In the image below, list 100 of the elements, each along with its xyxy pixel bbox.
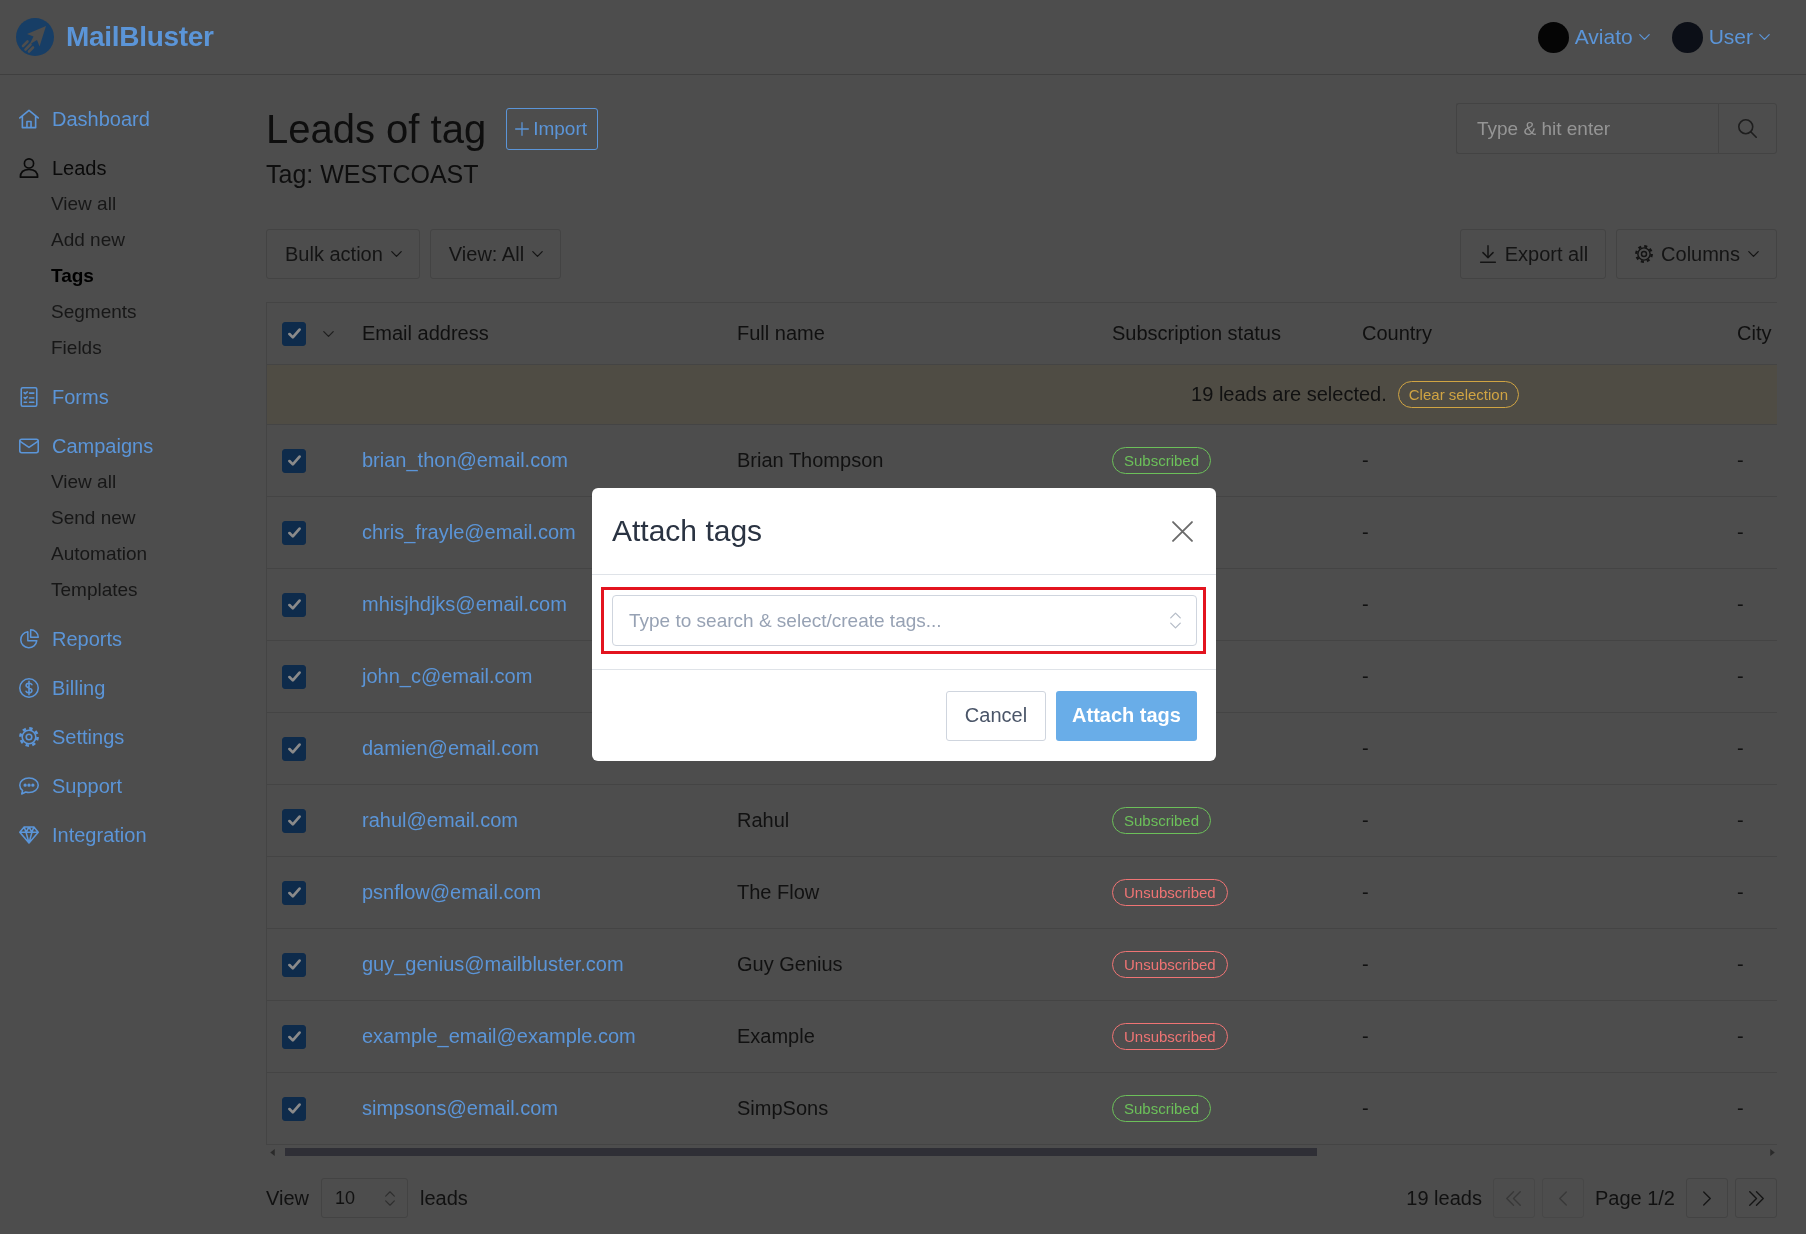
table-cell: - [1737,665,1744,688]
download-icon [1478,245,1497,263]
row-checkbox[interactable] [282,736,306,761]
table-cell: - [1362,953,1369,976]
close-icon [1171,520,1193,542]
dialog-title: Attach tags [612,514,763,548]
avatar-icon [1537,21,1569,53]
checklist-icon [19,387,39,407]
row-checkbox[interactable] [282,1096,306,1121]
gear-icon [19,727,39,747]
table-cell: - [1362,881,1369,904]
check-icon [287,671,301,682]
scrollbar-thumb[interactable] [285,1148,1317,1156]
select-all-checkbox[interactable] [282,321,306,346]
column-header: Full name [737,322,825,345]
check-icon [287,959,301,970]
check-icon [287,815,301,826]
dropdown-button[interactable]: View: All [429,229,562,279]
chevron-down-icon [1748,251,1759,257]
nav-link[interactable]: Reports [0,621,123,657]
tag-input-field[interactable]: Type to search & select/create tags... [612,595,1197,646]
column-header: Email address [362,322,489,345]
email-link[interactable]: simpsons@email.com [362,1097,558,1120]
logo-icon [16,18,54,56]
table-cell: - [1362,665,1369,688]
email-link[interactable]: psnflow@email.com [362,881,542,904]
scroll-right-icon [1770,1148,1775,1156]
search-field[interactable]: Type & hit enter [1456,103,1718,154]
pie-chart-icon [19,629,39,649]
row-checkbox[interactable] [282,808,306,833]
email-link[interactable]: mhisjhdjks@email.com [362,593,567,616]
table-cell: Example [737,1025,815,1048]
row-checkbox[interactable] [282,448,306,473]
diamond-icon [19,825,39,845]
email-link[interactable]: john_c@email.com [362,665,533,688]
nav-link[interactable]: Integration [0,817,147,853]
close-button[interactable] [1170,519,1194,543]
import-button[interactable]: Import [506,107,599,150]
person-icon [19,158,39,178]
email-link[interactable]: chris_frayle@email.com [362,521,576,544]
table-cell: Guy Genius [737,953,843,976]
columns-button[interactable]: Columns [1616,229,1777,279]
logo-text: MailBluster [66,21,214,53]
nav-link[interactable]: Leads [0,150,107,186]
subnav-link[interactable]: Tags [51,258,94,294]
check-icon [287,1103,301,1114]
export-button[interactable]: Export all [1459,229,1607,279]
row-checkbox[interactable] [282,1024,306,1049]
check-icon [287,328,301,339]
nav-link[interactable]: Dashboard [0,101,150,137]
tag-subtitle: Tag: WESTCOAST [266,159,480,189]
scroll-left-icon [270,1148,275,1156]
email-link[interactable]: damien@email.com [362,737,540,760]
column-header: City [1737,322,1772,345]
nav-link[interactable]: Support [0,768,123,804]
page-title: Leads of tag [266,105,487,153]
row-checkbox[interactable] [282,664,306,689]
gear-icon [1635,245,1654,263]
leads-label: leads [420,1186,468,1210]
view-label: View [266,1186,309,1210]
avatar-icon [1671,21,1703,53]
table-cell: - [1362,593,1369,616]
row-checkbox[interactable] [282,520,306,545]
account-menu-button[interactable]: Aviato [1537,21,1650,53]
dollar-icon [19,678,39,698]
table-cell: - [1362,1097,1369,1120]
lead-total: 19 leads [1406,1186,1482,1210]
dropdown-button[interactable]: Bulk action [266,229,420,279]
nav-link[interactable]: Forms [0,379,109,415]
row-checkbox[interactable] [282,952,306,977]
table-cell: - [1737,521,1744,544]
check-icon [287,743,301,754]
table-cell: - [1737,1097,1744,1120]
table-cell: - [1362,449,1369,472]
row-checkbox[interactable] [282,880,306,905]
selection-count: 19 leads are selected. [1191,383,1387,406]
cancel-button[interactable]: Cancel [946,690,1046,741]
table-cell: SimpSons [737,1097,829,1120]
table-cell: - [1737,737,1744,760]
email-link[interactable]: guy_genius@mailbluster.com [362,953,624,976]
email-link[interactable]: example_email@example.com [362,1025,636,1048]
page-size-select[interactable]: 10 [321,1178,408,1218]
up-down-chevron-icon [385,1190,395,1206]
table-cell: Rahul [737,809,790,832]
nav-link[interactable]: Campaigns [0,428,154,464]
table-cell: - [1362,1025,1369,1048]
email-link[interactable]: brian_thon@email.com [362,449,568,472]
table-cell: - [1737,809,1744,832]
column-header: Country [1362,322,1433,345]
check-icon [287,599,301,610]
chevron-right-icon [1703,1190,1711,1206]
attach-tags-button[interactable]: Attach tags [1056,690,1197,741]
chevron-down-icon [1759,34,1770,40]
table-cell: - [1737,449,1744,472]
nav-link[interactable]: Billing [0,670,106,706]
row-checkbox[interactable] [282,592,306,617]
account-menu-button[interactable]: User [1671,21,1770,53]
email-link[interactable]: rahul@email.com [362,809,518,832]
table-cell: - [1362,809,1369,832]
nav-link[interactable]: Settings [0,719,125,755]
